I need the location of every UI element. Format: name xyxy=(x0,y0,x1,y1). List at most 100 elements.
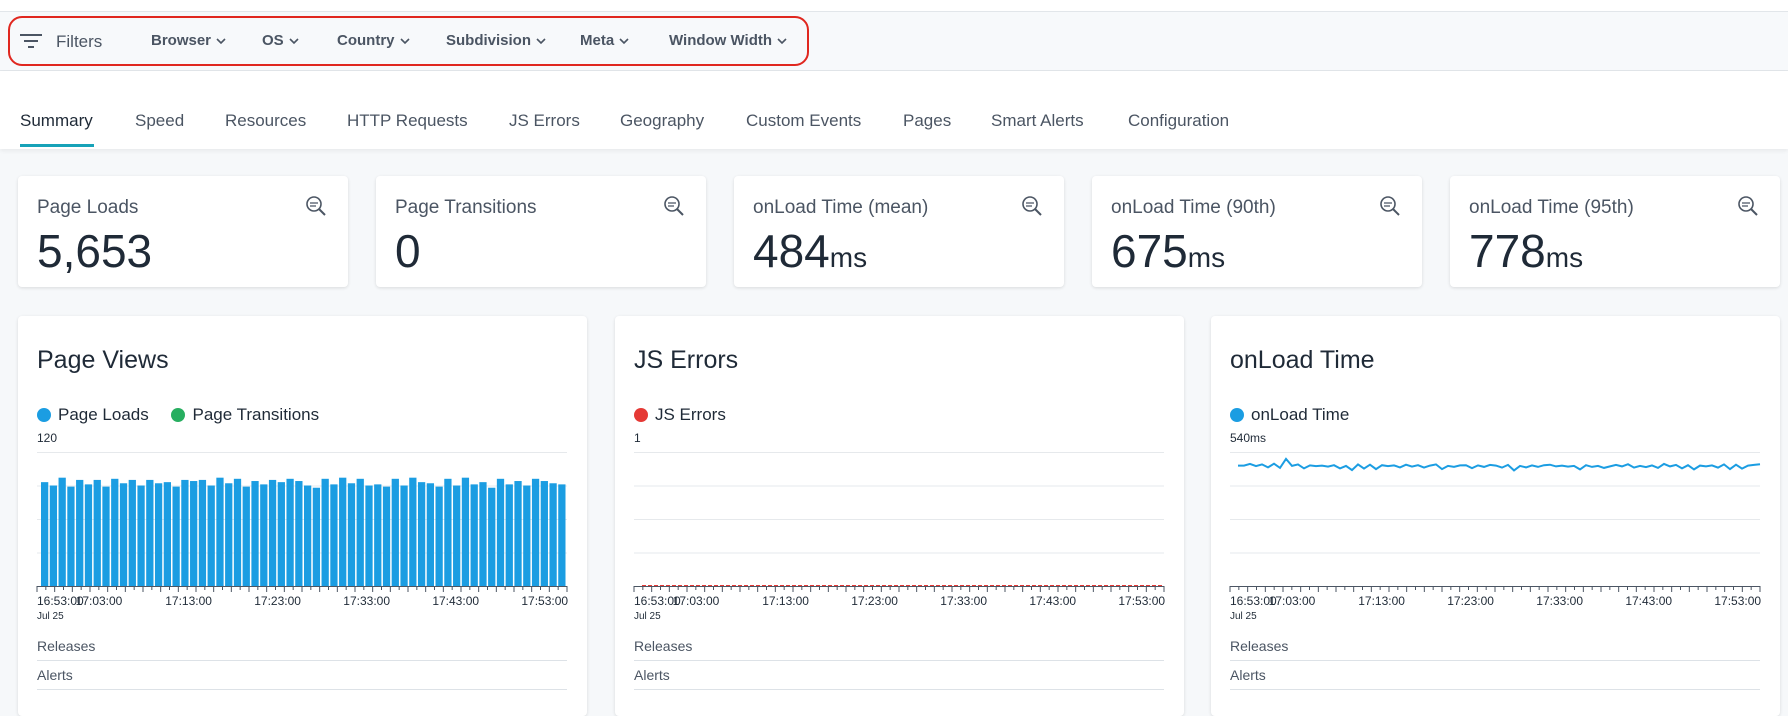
bar xyxy=(558,484,566,586)
onload-time-chart[interactable]: 540ms16:53:0017:03:00 17:13:00 17:23:00 17:… xyxy=(1211,426,1780,641)
tab-speed[interactable]: Speed xyxy=(135,111,184,131)
bar xyxy=(251,481,259,586)
bar xyxy=(198,479,207,586)
legend-label: onLoad Time xyxy=(1251,405,1350,424)
filter-meta[interactable]: Meta xyxy=(580,32,630,49)
legend-page-transitions[interactable]: Page Transitions xyxy=(171,405,319,425)
legend-dot xyxy=(37,408,51,422)
divider xyxy=(37,689,567,690)
tab-geography[interactable]: Geography xyxy=(620,111,704,131)
x-tick-label: 17:43:00 xyxy=(1625,594,1672,608)
js-errors-chart[interactable]: 116:53:0017:03:00 17:13:00 17:23:00 17:33:0… xyxy=(615,426,1184,641)
legend-label: JS Errors xyxy=(655,405,726,424)
card-title: Page Views xyxy=(37,346,169,374)
chevron-down-icon xyxy=(536,38,546,45)
bar xyxy=(102,486,110,586)
legend-js-errors[interactable]: JS Errors xyxy=(634,405,726,425)
x-tick-label: 17:23:00 xyxy=(254,594,301,608)
filter-browser[interactable]: Browser xyxy=(151,32,227,49)
bar xyxy=(49,485,58,586)
bar xyxy=(540,481,548,586)
x-tick-label: 17:33:00 xyxy=(1536,594,1583,608)
y-axis-max-label: 1 xyxy=(634,431,641,445)
x-tick-label: 17:53:00 xyxy=(1714,594,1761,608)
bar xyxy=(409,477,417,586)
chevron-down-icon xyxy=(399,38,410,45)
bar xyxy=(347,483,356,586)
legend-dot xyxy=(634,408,648,422)
bar xyxy=(365,485,373,586)
bar xyxy=(260,484,268,586)
x-tick-label: 17:13:00 xyxy=(762,594,809,608)
tab-custom-events[interactable]: Custom Events xyxy=(746,111,861,131)
active-tab-indicator xyxy=(20,144,94,147)
bar xyxy=(295,481,303,586)
legend-onload-time[interactable]: onLoad Time xyxy=(1230,405,1349,425)
bar xyxy=(400,485,408,586)
bar xyxy=(76,479,84,586)
tab-summary[interactable]: Summary xyxy=(20,111,93,131)
zoom-icon[interactable] xyxy=(1378,194,1402,218)
kpi-label: onLoad Time (90th) xyxy=(1111,197,1276,218)
alerts-label: Alerts xyxy=(634,667,670,683)
legend-dot xyxy=(1230,408,1244,422)
nav-tabs: Summary Speed Resources HTTP Requests JS… xyxy=(0,71,1788,149)
x-tick-label: 17:23:00 xyxy=(851,594,898,608)
x-date-label: Jul 25 xyxy=(634,611,661,622)
filter-window-width-label: Window Width xyxy=(669,32,773,49)
filter-icon[interactable] xyxy=(19,31,43,51)
divider xyxy=(634,660,1164,661)
zoom-icon[interactable] xyxy=(1736,194,1760,218)
bar xyxy=(417,482,426,586)
kpi-unit: ms xyxy=(1545,242,1584,273)
divider xyxy=(634,689,1164,690)
filters-label[interactable]: Filters xyxy=(56,32,102,52)
filter-subdivision-label: Subdivision xyxy=(446,32,532,49)
kpi-label: Page Loads xyxy=(37,197,139,218)
x-tick-label: 17:53:00 xyxy=(1118,594,1165,608)
kpi-number: 0 xyxy=(395,225,421,277)
chevron-down-icon xyxy=(777,38,787,45)
bar xyxy=(549,483,557,586)
legend-label: Page Transitions xyxy=(192,405,320,424)
x-tick-label: 17:03:00 xyxy=(673,594,720,608)
bar xyxy=(479,482,487,586)
x-date-label: Jul 25 xyxy=(37,611,64,622)
bar xyxy=(391,478,399,586)
x-tick-label: 17:43:00 xyxy=(1029,594,1076,608)
filter-country[interactable]: Country xyxy=(337,32,411,49)
kpi-page-loads: Page Loads 5,653 xyxy=(18,176,348,287)
tab-pages[interactable]: Pages xyxy=(903,111,951,131)
releases-label: Releases xyxy=(634,638,693,654)
zoom-icon[interactable] xyxy=(1020,194,1044,218)
x-tick-label: 17:23:00 xyxy=(1447,594,1494,608)
bar xyxy=(225,483,233,586)
tab-configuration[interactable]: Configuration xyxy=(1128,111,1229,131)
x-tick-label: 17:03:00 xyxy=(76,594,123,608)
kpi-value: 5,653 xyxy=(37,224,152,278)
x-date-label: Jul 25 xyxy=(1230,611,1257,622)
bar xyxy=(111,478,119,586)
tab-http-requests[interactable]: HTTP Requests xyxy=(347,111,468,131)
filter-subdivision[interactable]: Subdivision xyxy=(446,32,547,49)
page-views-chart[interactable]: 12016:53:0017:03:00 17:13:00 17:23:00 17:33… xyxy=(18,426,587,641)
zoom-icon[interactable] xyxy=(662,194,686,218)
alerts-label: Alerts xyxy=(37,667,73,683)
bar xyxy=(523,485,531,586)
legend-page-loads[interactable]: Page Loads xyxy=(37,405,149,425)
bar xyxy=(242,486,250,586)
bar xyxy=(426,483,434,586)
bar xyxy=(304,485,312,586)
bar xyxy=(172,486,180,586)
zoom-icon[interactable] xyxy=(304,194,328,218)
kpi-label: onLoad Time (mean) xyxy=(753,197,929,218)
tab-js-errors[interactable]: JS Errors xyxy=(509,111,580,131)
filter-country-label: Country xyxy=(337,32,395,49)
chevron-down-icon xyxy=(289,38,299,45)
top-bar xyxy=(0,0,1788,12)
tab-resources[interactable]: Resources xyxy=(225,111,306,131)
filter-window-width[interactable]: Window Width xyxy=(669,32,788,49)
tab-smart-alerts[interactable]: Smart Alerts xyxy=(991,111,1084,131)
filter-os[interactable]: OS xyxy=(262,32,300,49)
bar xyxy=(268,479,277,586)
